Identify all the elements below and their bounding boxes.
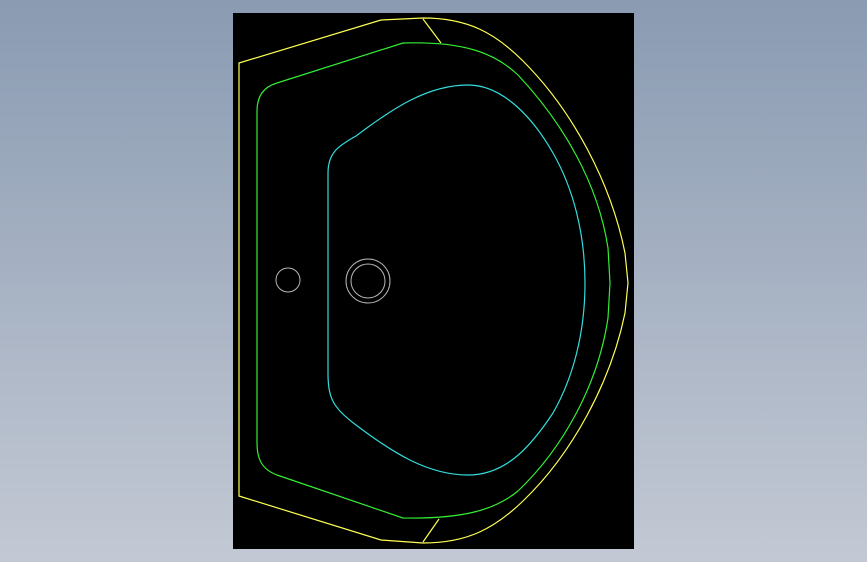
rim-tick-bottom (422, 518, 440, 543)
rim-tick-top (422, 18, 442, 44)
faucet-hole-circle (275, 267, 301, 293)
drawing-canvas[interactable] (233, 13, 634, 549)
drain-outer-circle (345, 258, 391, 304)
outer-rim-outline (238, 17, 629, 544)
inner-rim-outline (256, 42, 611, 519)
sink-drawing (238, 17, 629, 544)
basin-outline (327, 84, 586, 476)
drain-inner-circle (350, 263, 386, 299)
